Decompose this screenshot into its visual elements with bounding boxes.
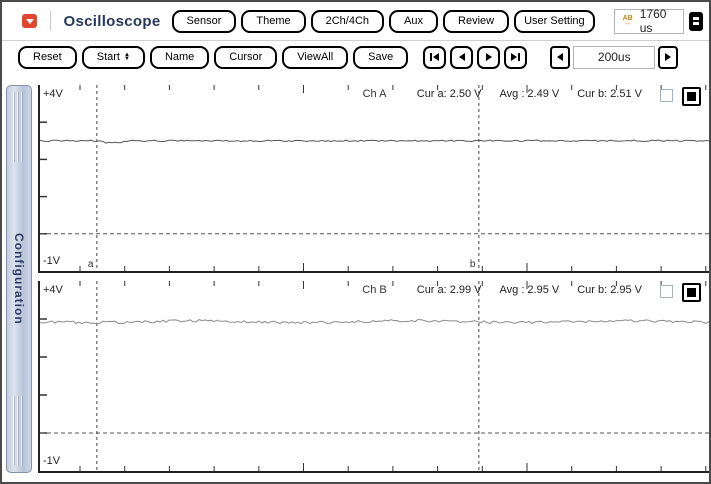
channel-a-checkbox[interactable] [660,89,673,102]
sensor-button[interactable]: Sensor [172,10,237,33]
start-spinner-icon: ▲▼ [124,53,130,61]
app-title: Oscilloscope [64,13,161,30]
start-button[interactable]: Start ▲▼ [82,46,145,69]
cursor-b-readout: Cur b:2.51 V [577,88,645,100]
cursor-b-readout: Cur b:2.95 V [577,284,645,296]
cursor-b-marker-label: b [470,259,476,270]
app-logo-icon[interactable] [22,14,37,28]
toolbar-top: Oscilloscope Sensor Theme 2Ch/4Ch Aux Re… [2,2,709,40]
menu-icon[interactable] [689,12,703,31]
average-readout: Avg :2.49 V [500,88,563,100]
ab-time-value: 1760 us [640,7,675,35]
theme-button[interactable]: Theme [241,10,305,33]
cursor-a-readout: Cur a:2.50 V [417,88,485,100]
save-button[interactable]: Save [353,46,408,69]
play-forward-icon[interactable] [477,46,500,69]
channel-b-readouts: Cur a:2.99 V Avg :2.95 V Cur b:2.95 V [417,284,645,296]
title-separator [50,11,51,31]
skip-to-start-icon[interactable] [423,46,446,69]
channel-a-vmin-label: -1V [43,255,60,267]
main-area: Configuration +4V -1V Ch A Cur a:2.50 V … [2,73,709,482]
channel-plots: +4V -1V Ch A Cur a:2.50 V Avg :2.49 V Cu… [38,85,709,473]
channel-a-plot[interactable]: +4V -1V Ch A Cur a:2.50 V Avg :2.49 V Cu… [38,85,709,273]
cursor-a-readout: Cur a:2.99 V [417,284,485,296]
playback-controls [423,46,527,69]
review-button[interactable]: Review [443,10,509,33]
channel-b-color-button[interactable] [682,283,701,302]
channel-b-checkbox[interactable] [660,285,673,298]
cursor-a-marker-label: a [88,259,94,270]
step-back-icon[interactable] [450,46,473,69]
timebase-increase-icon[interactable] [658,46,678,69]
aux-button[interactable]: Aux [389,10,438,33]
viewall-button[interactable]: ViewAll [282,46,348,69]
skip-to-end-icon[interactable] [504,46,527,69]
oscilloscope-window: Oscilloscope Sensor Theme 2Ch/4Ch Aux Re… [0,0,711,484]
configuration-tab[interactable]: Configuration [6,85,32,473]
configuration-tab-label: Configuration [12,233,26,325]
user-setting-button[interactable]: User Setting [514,10,595,33]
channel-b-vmin-label: -1V [43,455,60,467]
timebase-value[interactable]: 200us [573,46,655,69]
channel-mode-button[interactable]: 2Ch/4Ch [311,10,384,33]
ab-cursor-time-icon: AB ↔ [623,16,633,26]
name-button[interactable]: Name [150,46,209,69]
ab-time-readout: AB ↔ 1760 us [614,9,685,34]
cursor-button[interactable]: Cursor [214,46,277,69]
channel-b-plot[interactable]: +4V -1V Ch B Cur a:2.99 V Avg :2.95 V Cu… [38,281,709,473]
toolbar-bottom: Reset Start ▲▼ Name Cursor ViewAll Save … [2,41,709,73]
channel-a-readouts: Cur a:2.50 V Avg :2.49 V Cur b:2.51 V [417,88,645,100]
reset-button[interactable]: Reset [18,46,77,69]
average-readout: Avg :2.95 V [500,284,563,296]
timebase-decrease-icon[interactable] [550,46,570,69]
timebase-control: 200us [550,46,678,69]
channel-a-color-button[interactable] [682,87,701,106]
